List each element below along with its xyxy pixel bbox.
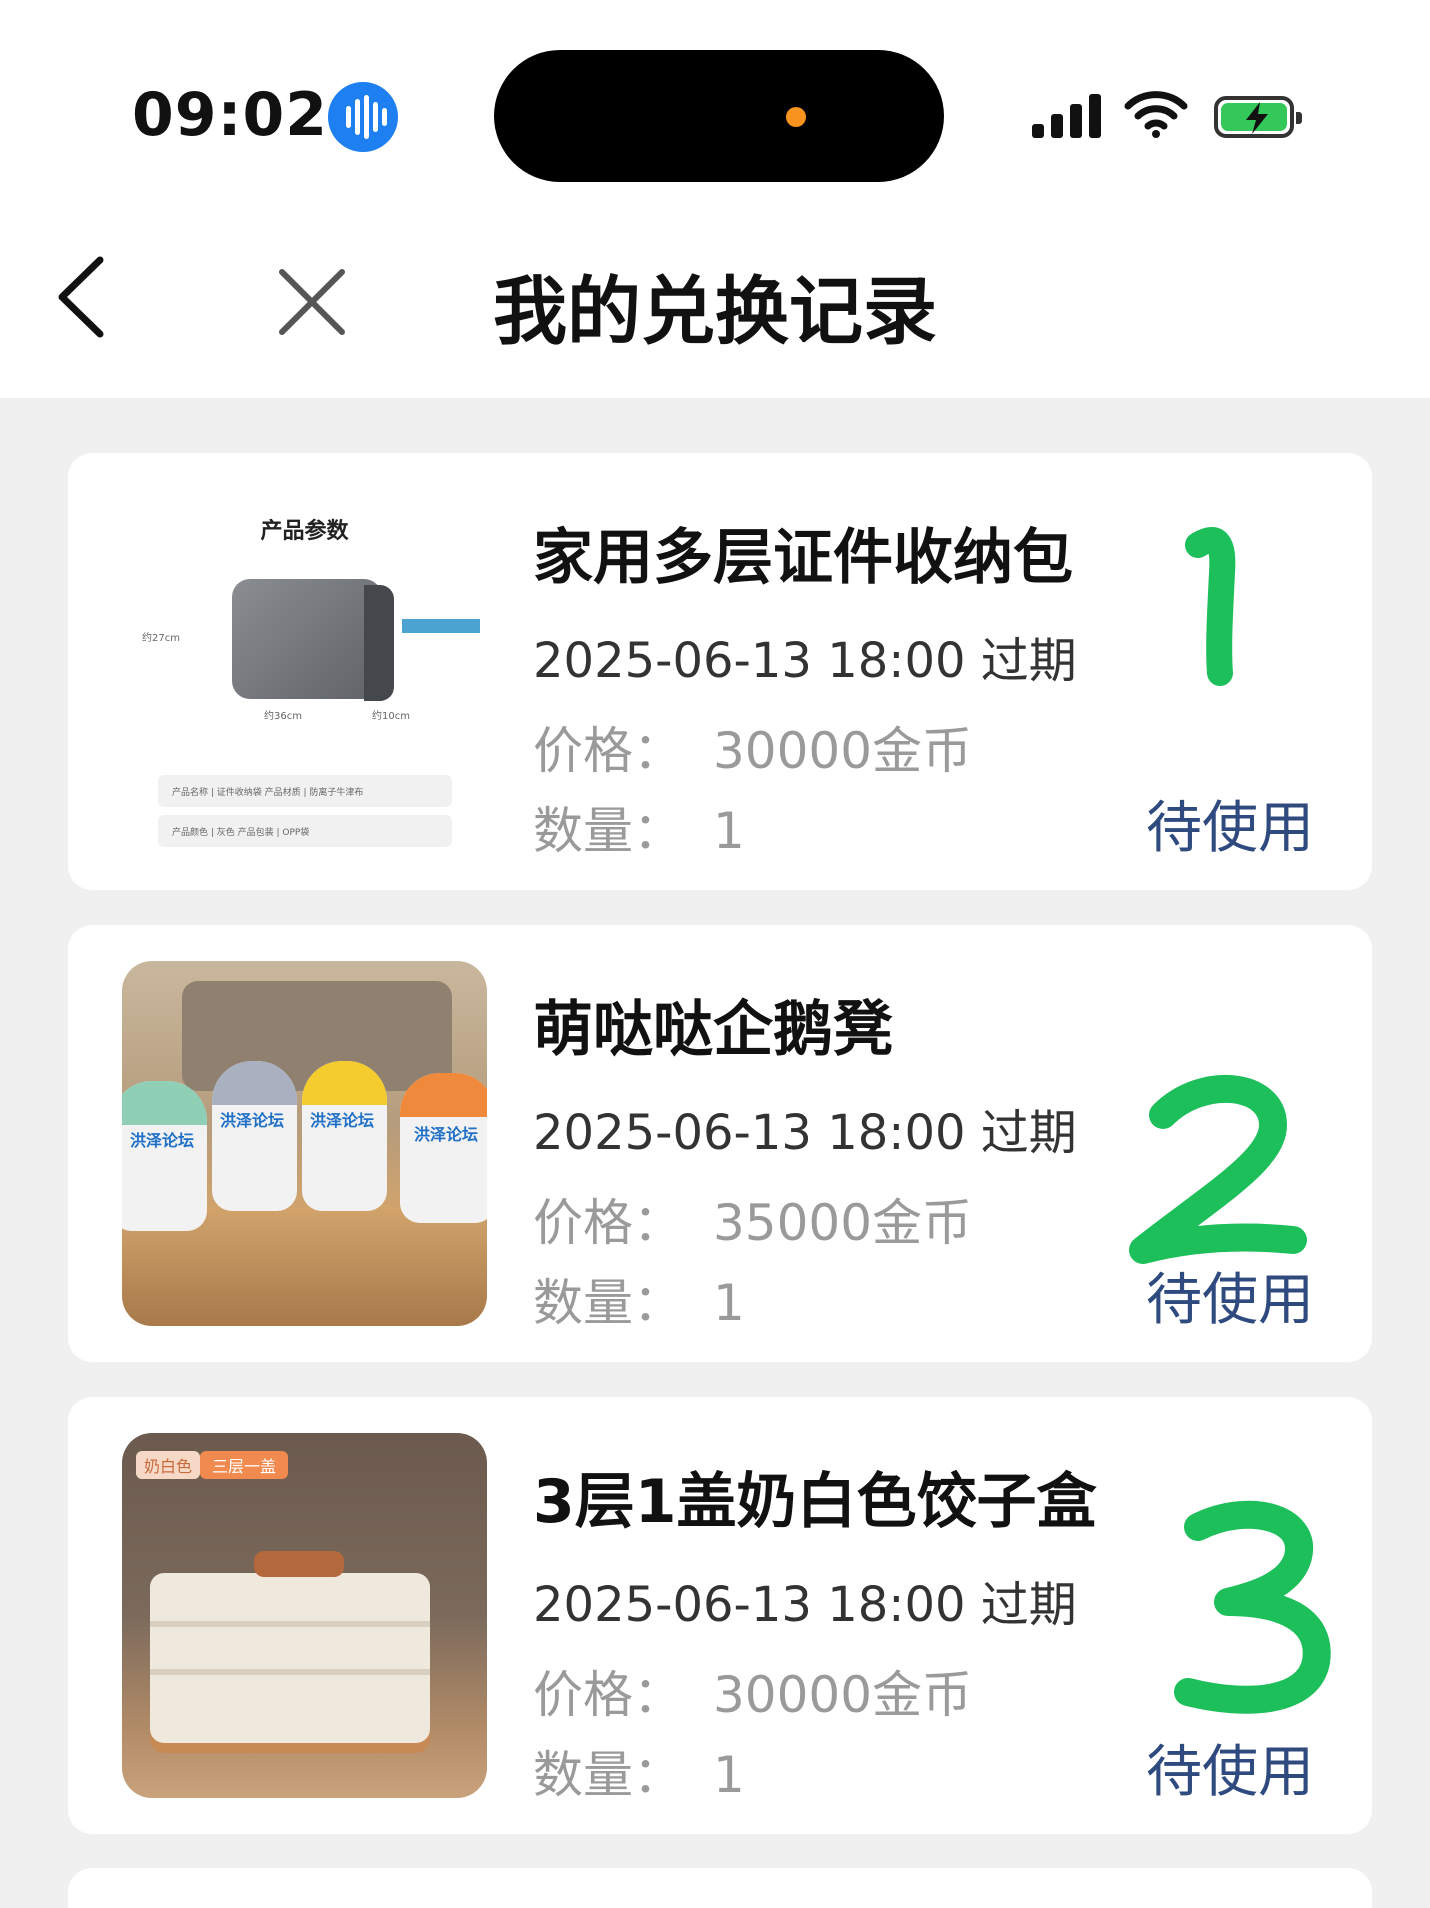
product-image-dumpling-box: 奶白色 三层一盖 <box>122 1433 487 1798</box>
record-card-partial <box>68 1868 1372 1908</box>
price: 价格： 30000金币 <box>533 1655 972 1727</box>
price-value: 30000金币 <box>713 722 973 780</box>
expire-time: 2025-06-13 18:00 过期 <box>533 633 1077 689</box>
status-time: 09:02 <box>132 80 328 150</box>
handwritten-mark-1 <box>1185 527 1236 686</box>
page-title: 我的兑换记录 <box>493 269 937 355</box>
price-label: 价格： <box>533 1194 683 1252</box>
quantity-value: 1 <box>713 802 745 860</box>
product-image-penguin-stool: 洪泽论坛 洪泽论坛 洪泽论坛 洪泽论坛 <box>122 961 487 1326</box>
quantity-label: 数量： <box>533 802 683 860</box>
price-value: 30000金币 <box>713 1666 973 1724</box>
price-value: 35000金币 <box>713 1194 973 1252</box>
product-name: 3层1盖奶白色饺子盒 <box>533 1467 1097 1537</box>
quantity: 数量： 1 <box>533 791 745 863</box>
record-card[interactable]: 奶白色 三层一盖 3层1盖奶白色饺子盒 2025-06-13 18:00 过期 … <box>68 1397 1372 1834</box>
handwritten-mark-3 <box>1174 1500 1331 1714</box>
recording-indicator-dot <box>786 107 806 127</box>
status-badge[interactable]: 待使用 <box>1146 783 1314 864</box>
price-label: 价格： <box>533 1666 683 1724</box>
expire-time: 2025-06-13 18:00 过期 <box>533 1105 1077 1161</box>
status-badge[interactable]: 待使用 <box>1146 1255 1314 1336</box>
status-badge[interactable]: 待使用 <box>1146 1727 1314 1808</box>
quantity-value: 1 <box>713 1274 745 1332</box>
header: 09:02 我的兑换记录 <box>0 0 1430 398</box>
expire-time: 2025-06-13 18:00 过期 <box>533 1577 1077 1633</box>
dynamic-island <box>494 50 944 182</box>
quantity-label: 数量： <box>533 1274 683 1332</box>
price: 价格： 30000金币 <box>533 711 972 783</box>
voice-recording-icon[interactable] <box>328 82 398 152</box>
wifi-icon <box>1124 91 1188 138</box>
price: 价格： 35000金币 <box>533 1183 972 1255</box>
price-label: 价格： <box>533 722 683 780</box>
cellular-signal-icon <box>1032 92 1102 138</box>
record-card[interactable]: 洪泽论坛 洪泽论坛 洪泽论坛 洪泽论坛 萌哒哒企鹅凳 2025-06-13 18… <box>68 925 1372 1362</box>
quantity: 数量： 1 <box>533 1263 745 1335</box>
quantity-value: 1 <box>713 1746 745 1804</box>
product-image-document-bag: 产品参数 约27cm 约36cm 约10cm 产品名称 | 证件收纳袋 产品材质… <box>122 489 487 854</box>
handwritten-mark-2 <box>1129 1074 1307 1264</box>
quantity: 数量： 1 <box>533 1735 745 1807</box>
product-name: 家用多层证件收纳包 <box>533 523 1073 593</box>
battery-charging-icon <box>1214 96 1302 138</box>
product-name: 萌哒哒企鹅凳 <box>533 995 893 1065</box>
record-card[interactable]: 产品参数 约27cm 约36cm 约10cm 产品名称 | 证件收纳袋 产品材质… <box>68 453 1372 890</box>
quantity-label: 数量： <box>533 1746 683 1804</box>
